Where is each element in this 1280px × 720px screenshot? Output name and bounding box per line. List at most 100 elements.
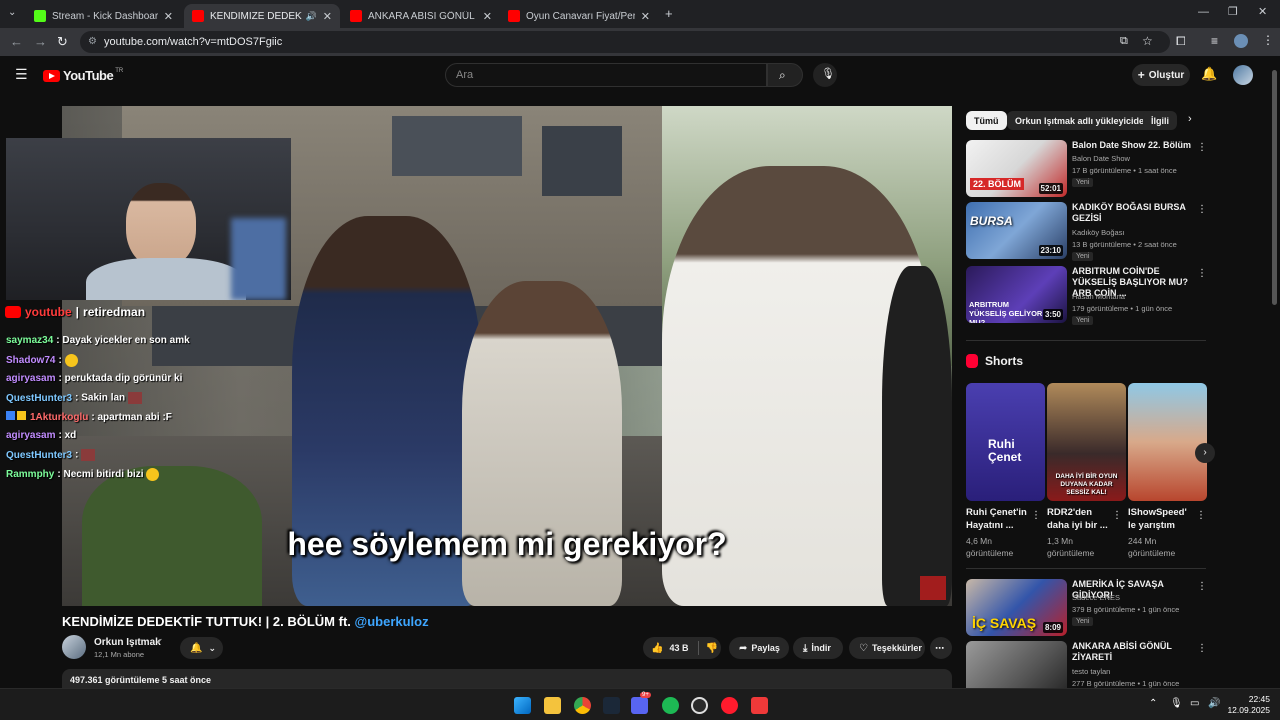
network-icon[interactable]: ▭	[1190, 698, 1199, 709]
recommended-title[interactable]: KADIKÖY BOĞASI BURSA GEZİSİ	[1072, 202, 1198, 224]
spotify-icon[interactable]	[662, 697, 679, 714]
minimize-icon[interactable]: —	[1198, 6, 1209, 18]
more-vertical-icon[interactable]: ⋮	[1197, 204, 1207, 215]
more-actions-button[interactable]: ⋯	[930, 637, 952, 659]
window-close-icon[interactable]: ✕	[1258, 5, 1267, 18]
more-vertical-icon[interactable]: ⋮	[1197, 142, 1207, 153]
recommended-channel[interactable]: Kadıköy Boğası	[1072, 228, 1125, 237]
youtube-logo[interactable]: YouTube TR	[43, 68, 123, 83]
media-control-icon[interactable]: ≡	[1211, 34, 1218, 48]
recommended-channel[interactable]: Sadece ENES	[1072, 593, 1120, 602]
chip-all[interactable]: Tümü	[966, 111, 1007, 130]
profile-avatar[interactable]	[1234, 34, 1248, 48]
share-button[interactable]: ➦ Paylaş	[729, 637, 789, 659]
opera-icon[interactable]	[721, 697, 738, 714]
video-thumbnail[interactable]: 22. BÖLÜM 52:01	[966, 140, 1067, 197]
short-title[interactable]: Ruhi Çenet'in Hayatını ...	[966, 506, 1034, 532]
install-app-icon[interactable]: ⧉	[1120, 35, 1128, 48]
share-arrow-icon: ➦	[739, 642, 748, 654]
search-input[interactable]: Ara	[445, 63, 767, 87]
tab-ankara-abisi[interactable]: ANKARA ABİSİ GÖNÜL ZİYARET ✕	[342, 4, 500, 28]
site-info-icon[interactable]: ⚙	[88, 36, 97, 47]
chrome-icon[interactable]	[574, 697, 591, 714]
recommended-channel[interactable]: Hasan Montana	[1072, 292, 1125, 301]
search-button[interactable]: ⌕	[767, 63, 803, 87]
address-bar[interactable]: ⚙ youtube.com/watch?v=mtDOS7Fgiic ⧉ ☆	[80, 31, 1170, 53]
short-thumbnail[interactable]: DAHA İYİ BİR OYUN DUYANA KADAR SESSİZ KA…	[1047, 383, 1126, 501]
microphone-tray-icon[interactable]: 🎙	[1170, 698, 1183, 709]
forward-icon[interactable]: →	[34, 34, 47, 49]
account-avatar[interactable]	[1233, 65, 1253, 85]
more-vertical-icon[interactable]: ⋮	[1196, 510, 1206, 521]
recommended-video[interactable]: İÇ SAVAŞ 8:09 AMERİKA İÇ SAVAŞA GİDİYOR!…	[966, 579, 1211, 637]
close-icon[interactable]: ✕	[164, 10, 173, 23]
obs-icon[interactable]	[691, 697, 708, 714]
dislike-icon[interactable]: 👎	[705, 643, 717, 654]
recommended-channel[interactable]: Balon Date Show	[1072, 154, 1130, 163]
more-vertical-icon[interactable]: ⋮	[1197, 581, 1207, 592]
recommended-video[interactable]: ARBITRUM YÜKSELİŞ GELİYOR MU? 3:50 ARBIT…	[966, 266, 1211, 325]
like-count[interactable]: 43 B	[669, 643, 688, 653]
tab-kick-dashboard[interactable]: Stream - Kick Dashboard ✕	[26, 4, 181, 28]
tab-oyun-canavari[interactable]: Oyun Canavarı Fiyat/Performan ✕	[500, 4, 658, 28]
short-thumbnail[interactable]: Ruhi Çenet	[966, 383, 1045, 501]
notifications-bell-icon[interactable]: 🔔	[1201, 66, 1217, 82]
recommended-video[interactable]: 22. BÖLÜM 52:01 Balon Date Show 22. Bölü…	[966, 140, 1211, 198]
recommended-video[interactable]: ANKARA ABİSİ GÖNÜL ZİYARETİ testo taylan…	[966, 641, 1211, 688]
hamburger-menu-icon[interactable]: ☰	[15, 66, 28, 83]
notification-bell-button[interactable]: 🔔 ⌄	[180, 637, 223, 659]
video-title-mention-link[interactable]: @uberkuloz	[355, 614, 429, 629]
discord-icon[interactable]: 9+	[631, 692, 651, 714]
voice-search-button[interactable]: 🎙	[813, 63, 837, 87]
system-clock[interactable]: 22:45 12.09.2025	[1227, 694, 1270, 716]
reload-icon[interactable]: ↻	[57, 34, 68, 50]
short-title[interactable]: RDR2'den daha iyi bir ...	[1047, 506, 1115, 532]
like-icon[interactable]: 👍	[651, 643, 663, 654]
download-button[interactable]: ⤓ İndir	[793, 637, 843, 659]
channel-avatar[interactable]	[62, 635, 86, 659]
video-thumbnail[interactable]: BURSA 23:10	[966, 202, 1067, 259]
chevron-right-icon[interactable]: ›	[1188, 113, 1192, 125]
video-thumbnail[interactable]	[966, 641, 1067, 688]
vivaldi-icon[interactable]	[751, 697, 768, 714]
browser-menu-icon[interactable]: ⋮	[1262, 33, 1274, 47]
windows-start-icon[interactable]	[514, 697, 531, 714]
close-icon[interactable]: ✕	[323, 10, 332, 23]
chip-from-uploader[interactable]: Orkun Işıtmak adlı yükleyiciden	[1007, 111, 1158, 130]
volume-icon[interactable]: 🔊	[1208, 698, 1220, 709]
chip-related[interactable]: İlgili	[1143, 111, 1177, 130]
channel-name[interactable]: Orkun Işıtmak	[94, 637, 161, 648]
more-vertical-icon[interactable]: ⋮	[1197, 643, 1207, 654]
shorts-next-chevron-icon[interactable]: ›	[1195, 443, 1215, 463]
new-tab-icon[interactable]: +	[665, 6, 673, 21]
back-icon[interactable]: ←	[10, 34, 23, 49]
restore-icon[interactable]: ❐	[1228, 5, 1238, 18]
close-icon[interactable]: ✕	[483, 10, 492, 23]
tab-current-video[interactable]: KENDİMİZE DEDEKTİF TUTT 🔊 ✕	[184, 4, 340, 28]
thanks-button[interactable]: ♡ Teşekkürler	[849, 637, 925, 659]
recommended-title[interactable]: ANKARA ABİSİ GÖNÜL ZİYARETİ	[1072, 641, 1198, 663]
new-badge: Yeni	[1072, 316, 1094, 325]
short-title[interactable]: IShowSpeed' le yarıştım	[1128, 506, 1196, 532]
recommended-title[interactable]: Balon Date Show 22. Bölüm	[1072, 140, 1198, 151]
page-scrollbar[interactable]	[1272, 70, 1277, 305]
tray-chevron-icon[interactable]: ⌃	[1149, 698, 1157, 709]
tab-search-chevron-icon[interactable]: ⌄	[8, 7, 16, 18]
recommended-video[interactable]: BURSA 23:10 KADIKÖY BOĞASI BURSA GEZİSİ …	[966, 202, 1211, 261]
bookmark-star-icon[interactable]: ☆	[1142, 34, 1153, 48]
create-button[interactable]: + Oluştur	[1132, 64, 1190, 86]
file-explorer-icon[interactable]	[544, 697, 561, 714]
steam-icon[interactable]	[603, 697, 620, 714]
video-thumbnail[interactable]: ARBITRUM YÜKSELİŞ GELİYOR MU? 3:50	[966, 266, 1067, 323]
video-thumbnail[interactable]: İÇ SAVAŞ 8:09	[966, 579, 1067, 636]
tab-label: Stream - Kick Dashboard	[52, 10, 158, 22]
close-icon[interactable]: ✕	[641, 10, 650, 23]
short-thumbnail[interactable]	[1128, 383, 1207, 501]
extensions-icon[interactable]: ⧠	[1176, 34, 1186, 49]
speaker-icon[interactable]: 🔊	[306, 11, 317, 22]
recommended-channel[interactable]: testo taylan	[1072, 667, 1110, 676]
more-vertical-icon[interactable]: ⋮	[1031, 510, 1041, 521]
more-vertical-icon[interactable]: ⋮	[1197, 268, 1207, 279]
chat-text: : xd	[58, 430, 77, 441]
more-vertical-icon[interactable]: ⋮	[1112, 510, 1122, 521]
